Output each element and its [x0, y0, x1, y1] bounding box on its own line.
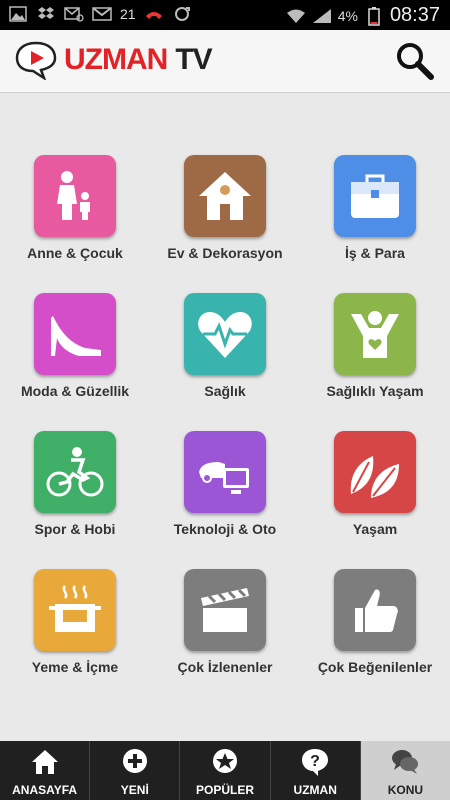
category-cok-izlenenler[interactable]: Çok İzlenenler	[150, 507, 300, 675]
search-button[interactable]	[394, 40, 436, 82]
status-bar: 21 4% 08:37	[0, 0, 450, 30]
category-spor-hobi[interactable]: Spor & Hobi	[0, 369, 150, 537]
category-tile[interactable]	[334, 431, 416, 513]
tab-konu[interactable]: KONU	[360, 741, 450, 800]
battery-icon	[364, 6, 384, 26]
heart-pulse-icon	[198, 312, 252, 358]
clock-time: 08:37	[389, 4, 440, 26]
high-heel-icon	[51, 316, 101, 356]
logo-suffix: TV	[175, 43, 212, 76]
tab-populer[interactable]: POPÜLER	[180, 741, 271, 800]
home-icon	[31, 750, 58, 774]
category-tile[interactable]	[334, 569, 416, 651]
app-header: UZMAN TV	[0, 30, 450, 93]
house-icon	[199, 172, 251, 220]
leaves-icon	[350, 456, 399, 498]
category-teknoloji-oto[interactable]: Teknoloji & Oto	[150, 369, 300, 537]
mail-at-icon	[64, 5, 84, 23]
hot-pot-icon	[49, 585, 101, 632]
cyclist-icon	[46, 447, 104, 497]
category-label: Yeme & İçme	[31, 659, 119, 675]
mother-child-icon	[57, 171, 90, 220]
wifi-icon	[286, 7, 306, 25]
uzman-tv-logo[interactable]: UZMAN TV	[14, 40, 213, 80]
image-icon	[8, 5, 28, 23]
category-saglikli-yasam[interactable]: Sağlıklı Yaşam	[300, 231, 450, 399]
category-moda-guzellik[interactable]: Moda & Güzellik	[0, 231, 150, 399]
category-ev-dekorasyon[interactable]: Ev & Dekorasyon	[150, 93, 300, 261]
missed-call-icon	[144, 5, 164, 23]
tab-label: POPÜLER	[196, 783, 255, 797]
tab-label: KONU	[387, 783, 424, 797]
star-badge-icon	[213, 749, 237, 773]
bottom-tab-bar: ANASAYFA YENİ POPÜLER ? UZMAN KONU	[0, 741, 450, 800]
category-tile[interactable]	[184, 293, 266, 375]
category-tile[interactable]	[34, 155, 116, 237]
tab-label: YENİ	[120, 783, 149, 797]
category-saglik[interactable]: Sağlık	[150, 231, 300, 399]
tab-label: ANASAYFA	[12, 783, 78, 797]
tab-label: UZMAN	[293, 783, 337, 797]
sync-icon	[172, 5, 192, 23]
dropbox-icon	[36, 5, 56, 23]
search-icon	[397, 43, 434, 80]
tab-yeni[interactable]: YENİ	[90, 741, 181, 800]
logo-text: UZMAN	[64, 43, 168, 76]
category-tile[interactable]	[34, 431, 116, 513]
category-is-para[interactable]: İş & Para	[300, 93, 450, 261]
category-tile[interactable]	[334, 155, 416, 237]
signal-icon	[312, 7, 332, 25]
car-computer-icon	[199, 462, 249, 494]
category-anne-cocuk[interactable]: Anne & Çocuk	[0, 93, 150, 261]
question-bubble-icon: ?	[302, 749, 329, 776]
svg-text:?: ?	[310, 753, 320, 770]
category-yasam[interactable]: Yaşam	[300, 369, 450, 537]
category-tile[interactable]	[184, 569, 266, 651]
category-tile[interactable]	[34, 293, 116, 375]
category-grid: Anne & Çocuk Ev & Dekorasyon İş & Para M…	[0, 93, 450, 741]
tab-uzman[interactable]: ? UZMAN	[271, 741, 361, 800]
category-label: Çok Beğenilenler	[317, 659, 433, 675]
category-cok-begenilenler[interactable]: Çok Beğenilenler	[300, 507, 450, 675]
briefcase-icon	[351, 174, 399, 218]
clapperboard-icon	[201, 588, 249, 632]
category-tile[interactable]	[184, 155, 266, 237]
chat-bubbles-icon	[392, 750, 419, 774]
notification-count: 21	[120, 6, 136, 22]
tab-anasayfa[interactable]: ANASAYFA	[0, 741, 91, 800]
category-label: Çok İzlenenler	[177, 659, 273, 675]
plus-circle-icon	[122, 749, 147, 773]
healthy-person-icon	[351, 311, 399, 358]
category-tile[interactable]	[334, 293, 416, 375]
logo-play-icon	[15, 41, 57, 80]
category-yeme-icme[interactable]: Yeme & İçme	[0, 507, 150, 675]
category-tile[interactable]	[34, 569, 116, 651]
category-tile[interactable]	[184, 431, 266, 513]
battery-percent: 4%	[337, 7, 358, 24]
gmail-icon	[92, 5, 112, 23]
thumbs-up-icon	[355, 589, 398, 632]
